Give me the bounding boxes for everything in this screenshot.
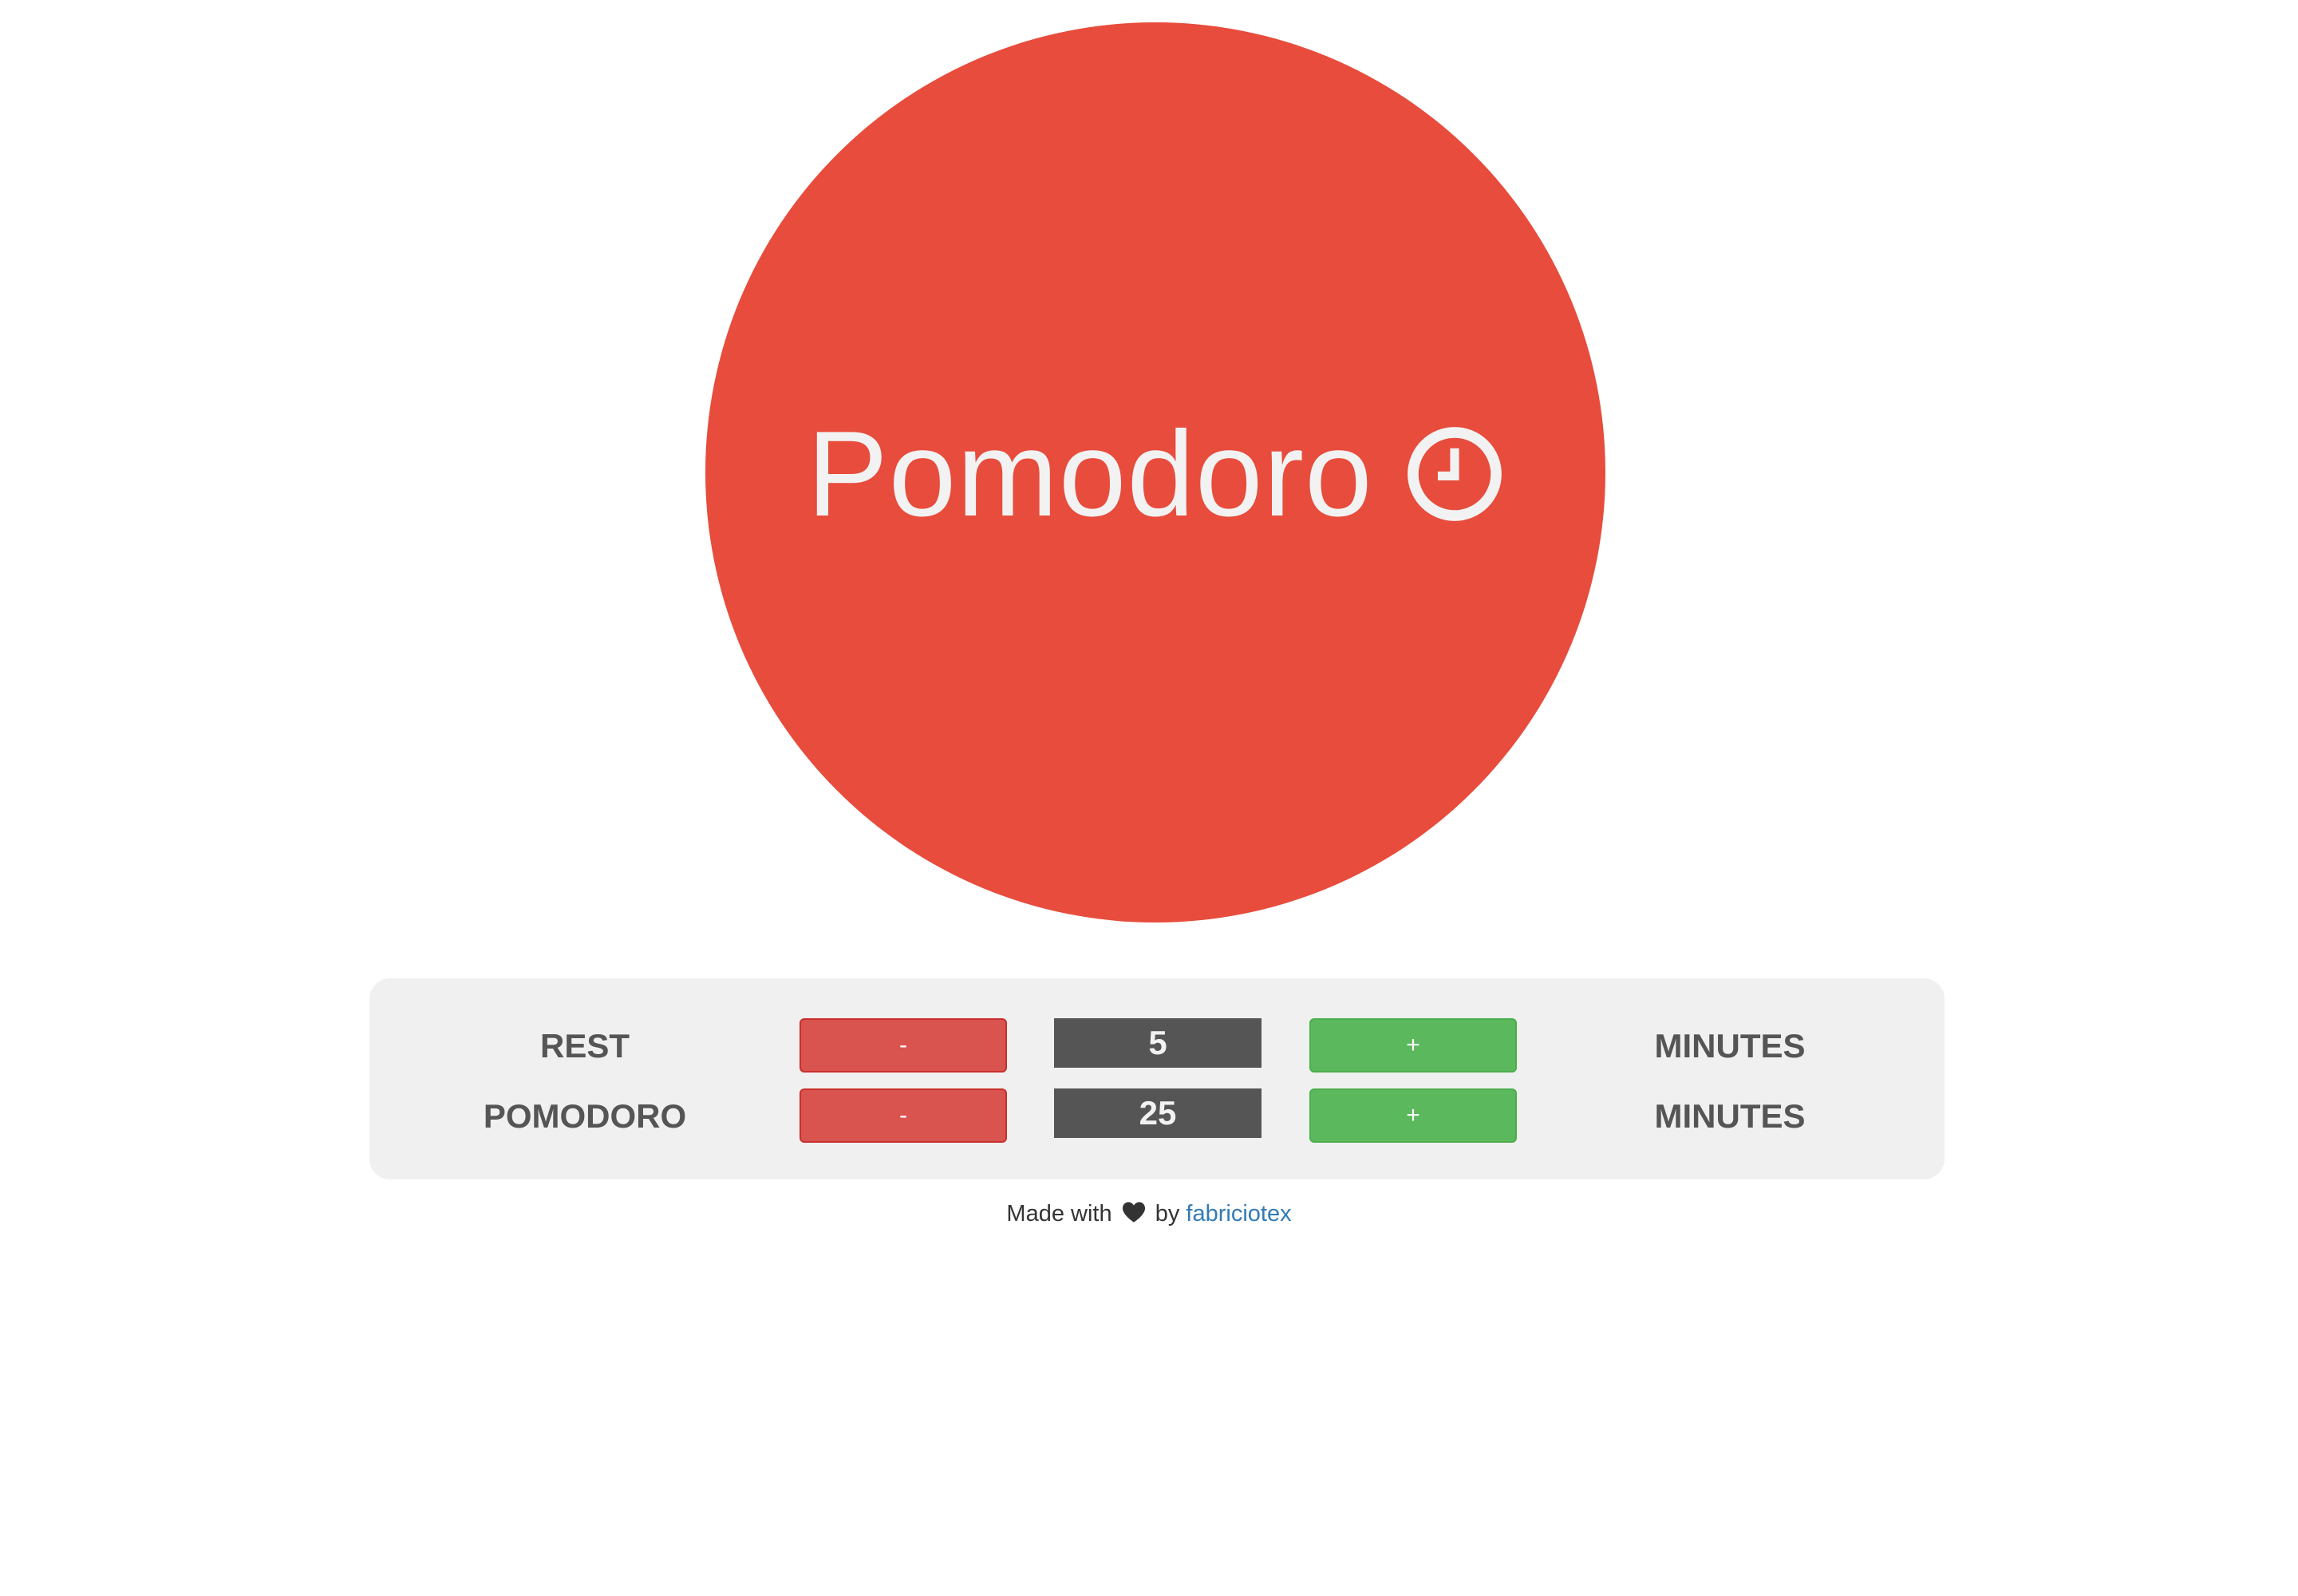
heart-icon xyxy=(1122,1202,1145,1223)
settings-panel: REST - 5 + MINUTES POMODORO - 25 + MINUT… xyxy=(369,978,1945,1179)
pomodoro-increase-button[interactable]: + xyxy=(1309,1088,1517,1143)
page: Pomodoro REST - 5 + MINUTES POMODORO - 2… xyxy=(0,0,2298,1596)
clock-icon xyxy=(1407,427,1502,521)
pomodoro-label: POMODORO xyxy=(483,1097,687,1135)
rest-row: REST - 5 + MINUTES xyxy=(369,1018,1945,1074)
rest-label: REST xyxy=(539,1027,630,1065)
pomodoro-value: 25 xyxy=(1054,1088,1262,1138)
footer-prefix: Made with xyxy=(1006,1201,1112,1227)
rest-value: 5 xyxy=(1054,1018,1262,1068)
pomodoro-row: POMODORO - 25 + MINUTES xyxy=(369,1088,1945,1144)
rest-unit-label: MINUTES xyxy=(1654,1027,1806,1065)
footer-by: by xyxy=(1155,1201,1180,1227)
pomodoro-timer-button[interactable]: Pomodoro xyxy=(705,22,1605,922)
footer: Made with by fabriciotex xyxy=(0,1201,2298,1227)
pomodoro-unit-label: MINUTES xyxy=(1654,1097,1806,1135)
author-link[interactable]: fabriciotex xyxy=(1186,1201,1291,1227)
rest-increase-button[interactable]: + xyxy=(1309,1018,1517,1073)
timer-content: Pomodoro xyxy=(807,413,1503,535)
timer-title: Pomodoro xyxy=(807,406,1373,542)
pomodoro-decrease-button[interactable]: - xyxy=(800,1088,1007,1143)
rest-decrease-button[interactable]: - xyxy=(800,1018,1007,1073)
